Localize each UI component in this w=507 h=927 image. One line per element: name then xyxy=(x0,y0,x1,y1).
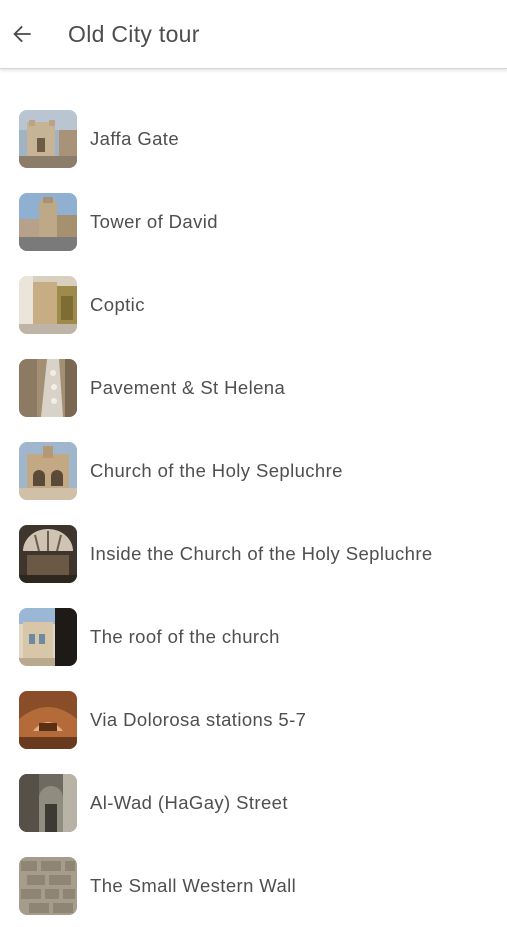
app-bar: Old City tour xyxy=(0,0,507,69)
list-item-label: The roof of the church xyxy=(90,625,280,647)
list-item[interactable]: Coptic xyxy=(0,263,507,346)
list-item[interactable]: Pavement & St Helena xyxy=(0,346,507,429)
thumbnail xyxy=(19,275,77,334)
arrow-left-icon xyxy=(13,25,31,43)
tower-of-david-photo xyxy=(19,192,77,251)
thumbnail xyxy=(19,358,77,417)
coptic-photo xyxy=(19,275,77,334)
list-item-label: Jaffa Gate xyxy=(90,127,180,149)
list-item-label: Tower of David xyxy=(90,210,218,232)
via-dolorosa-photo xyxy=(19,690,77,749)
list-item-label: Inside the Church of the Holy Sepluchre xyxy=(90,542,433,564)
back-button[interactable] xyxy=(2,14,42,54)
church-roof-photo xyxy=(19,607,77,666)
list-item-label: Church of the Holy Sepluchre xyxy=(90,459,343,481)
list-item[interactable]: Church of the Holy Sepluchre xyxy=(0,429,507,512)
list-item[interactable]: The roof of the church xyxy=(0,595,507,678)
thumbnail xyxy=(19,524,77,583)
thumbnail xyxy=(19,441,77,500)
al-wad-street-photo xyxy=(19,773,77,832)
list-item-label: Via Dolorosa stations 5-7 xyxy=(90,708,307,730)
thumbnail xyxy=(19,856,77,915)
list-item-label: The Small Western Wall xyxy=(90,874,297,896)
thumbnail xyxy=(19,109,77,168)
list-item[interactable]: Al-Wad (HaGay) Street xyxy=(0,761,507,844)
list-item[interactable]: Inside the Church of the Holy Sepluchre xyxy=(0,512,507,595)
thumbnail xyxy=(19,773,77,832)
list-item-label: Coptic xyxy=(90,293,145,315)
thumbnail xyxy=(19,607,77,666)
list-item[interactable]: The Small Western Wall xyxy=(0,844,507,927)
list-item[interactable]: Tower of David xyxy=(0,180,507,263)
list-item-label: Pavement & St Helena xyxy=(90,376,286,398)
list-item-label: Al-Wad (HaGay) Street xyxy=(90,791,288,813)
jaffa-gate-photo xyxy=(19,109,77,168)
thumbnail xyxy=(19,192,77,251)
pavement-st-helena-photo xyxy=(19,358,77,417)
tour-stop-list: Jaffa Gate Tower of David Coptic Pavemen… xyxy=(0,69,507,927)
list-item[interactable]: Jaffa Gate xyxy=(0,97,507,180)
thumbnail xyxy=(19,690,77,749)
page-title: Old City tour xyxy=(68,20,200,47)
small-western-wall-photo xyxy=(19,856,77,915)
holy-sepluchre-photo xyxy=(19,441,77,500)
inside-church-photo xyxy=(19,524,77,583)
list-item[interactable]: Via Dolorosa stations 5-7 xyxy=(0,678,507,761)
